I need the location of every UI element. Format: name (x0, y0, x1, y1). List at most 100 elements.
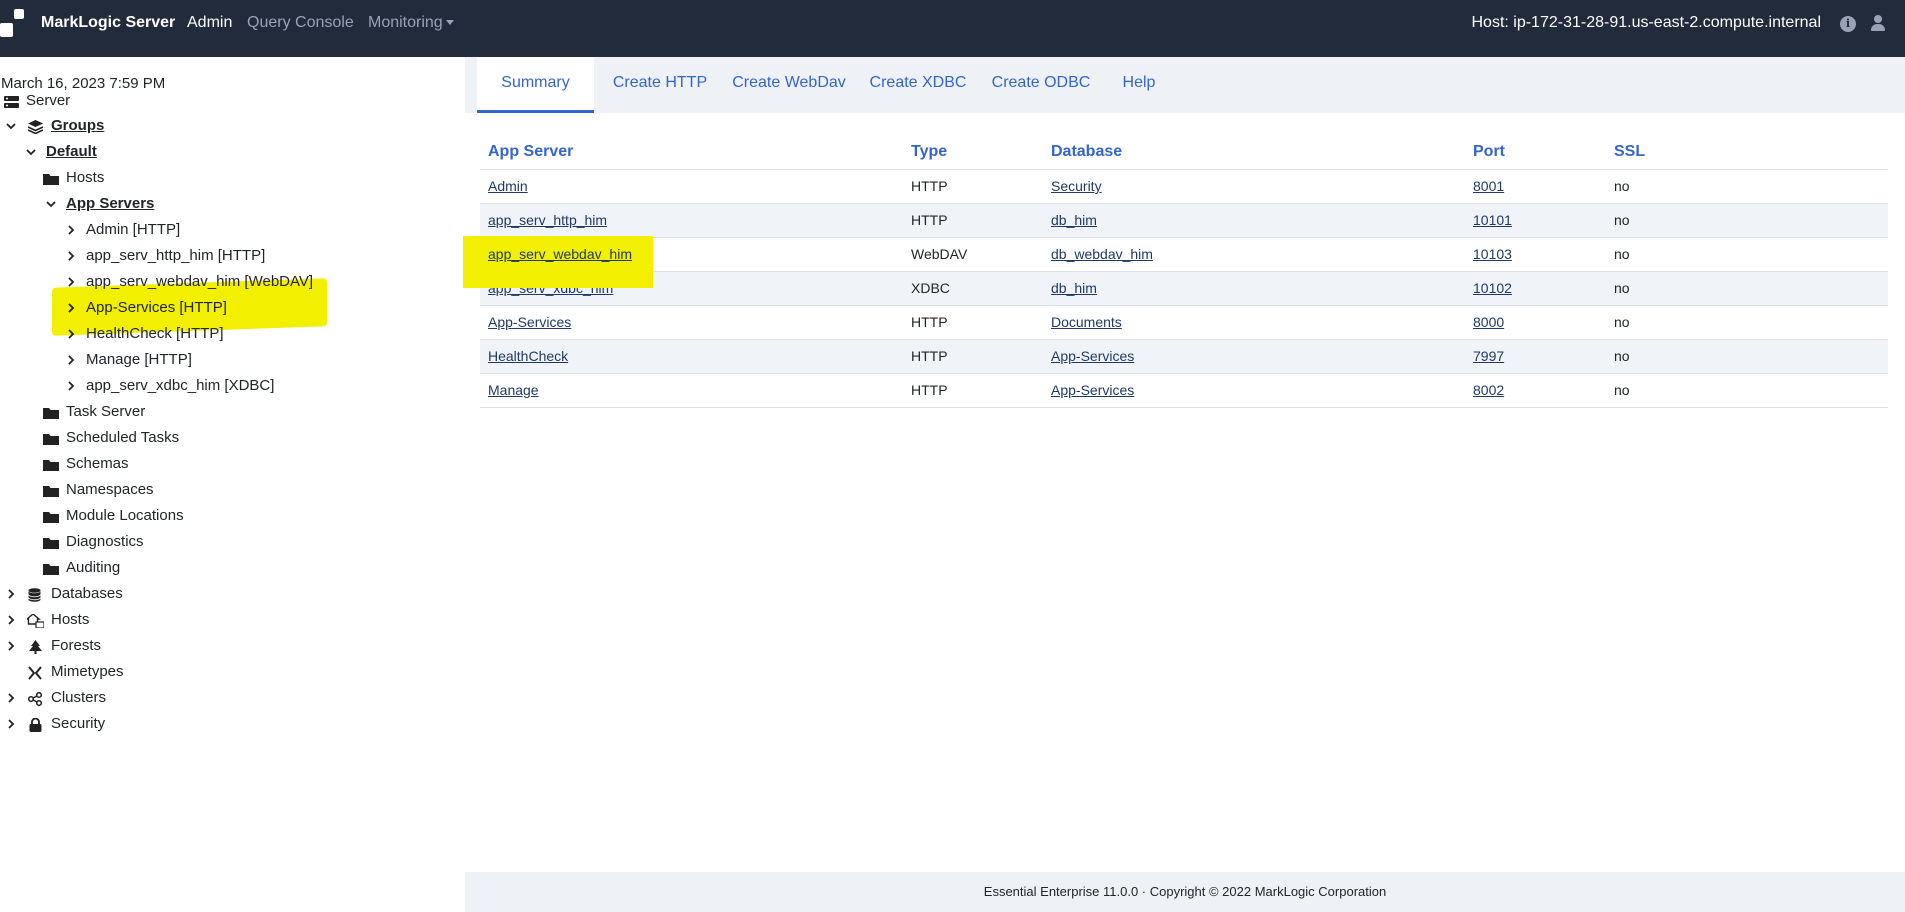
chevron-down-icon[interactable] (24, 141, 38, 163)
tree-item-app-serv-webdav-him[interactable]: app_serv_webdav_him [WebDAV] (0, 271, 330, 293)
tree-item-admin-http[interactable]: Admin [HTTP] (0, 219, 320, 241)
chevron-right-icon[interactable] (64, 219, 78, 241)
chevron-right-icon[interactable] (64, 271, 78, 293)
chevron-right-icon[interactable] (64, 297, 78, 319)
cell-ssl: no (1606, 236, 1888, 271)
cell-type: XDBC (903, 270, 1043, 305)
cell-database: Documents (1043, 304, 1465, 339)
tab-help[interactable]: Help (1109, 57, 1169, 113)
database-link[interactable]: App-Services (1051, 348, 1134, 364)
cell-port: 8002 (1465, 372, 1606, 408)
tree-item-schemas[interactable]: Schemas (0, 453, 300, 475)
chevron-right-icon[interactable] (64, 375, 78, 397)
chevron-right-icon[interactable] (4, 635, 18, 657)
chevron-down-icon[interactable] (44, 193, 58, 215)
tab-create-xdbc[interactable]: Create XDBC (863, 57, 973, 113)
folder-icon (43, 405, 59, 419)
tree-item-task-server[interactable]: Task Server (0, 401, 300, 423)
info-icon[interactable]: i (1840, 16, 1856, 32)
cell-port: 10101 (1465, 202, 1606, 237)
port-link[interactable]: 10101 (1473, 212, 1512, 228)
chevron-right-icon[interactable] (4, 583, 18, 605)
app-server-link[interactable]: app_serv_webdav_him (488, 246, 632, 262)
port-link[interactable]: 7997 (1473, 348, 1504, 364)
tree-item-app-serv-http-him[interactable]: app_serv_http_him [HTTP] (0, 245, 320, 267)
tab-create-webdav[interactable]: Create WebDav (725, 57, 853, 113)
port-link[interactable]: 8000 (1473, 314, 1504, 330)
app-server-link[interactable]: app_serv_http_him (488, 212, 607, 228)
tree-item-app-servers[interactable]: App Servers (0, 193, 300, 215)
port-link[interactable]: 10102 (1473, 280, 1512, 296)
tree-item-healthcheck-http[interactable]: HealthCheck [HTTP] (0, 323, 320, 345)
brand-name[interactable]: MarkLogic Server (41, 14, 175, 32)
chevron-right-icon[interactable] (4, 713, 18, 735)
folder-icon (43, 509, 59, 523)
database-link[interactable]: Security (1051, 178, 1102, 194)
tree-item-hosts-top[interactable]: Hosts (0, 609, 300, 631)
tree-item-default[interactable]: Default (0, 141, 300, 163)
database-link[interactable]: App-Services (1051, 382, 1134, 398)
tree-item-forests[interactable]: Forests (0, 635, 300, 657)
tree-item-diagnostics[interactable]: Diagnostics (0, 531, 300, 553)
database-link[interactable]: Documents (1051, 314, 1122, 330)
marklogic-logo-icon[interactable] (0, 9, 26, 39)
cell-port: 8001 (1465, 168, 1606, 203)
folder-icon (43, 535, 59, 549)
nav-query-console[interactable]: Query Console (247, 14, 354, 32)
tree-item-mimetypes[interactable]: Mimetypes (0, 661, 300, 683)
chevron-right-icon[interactable] (4, 609, 18, 631)
tab-summary[interactable]: Summary (477, 57, 594, 113)
database-link[interactable]: db_webdav_him (1051, 246, 1153, 262)
share-nodes-icon (27, 691, 43, 707)
cell-app-server: Admin (480, 168, 903, 203)
tree-item-groups[interactable]: Groups (0, 115, 300, 137)
chevron-down-icon[interactable] (4, 115, 18, 137)
cell-type: HTTP (903, 168, 1043, 203)
tree-item-manage-http[interactable]: Manage [HTTP] (0, 349, 320, 371)
house-network-icon (25, 613, 45, 629)
column-header-ssl: SSL (1614, 142, 1646, 160)
port-link[interactable]: 8001 (1473, 178, 1504, 194)
tree-item-clusters[interactable]: Clusters (0, 687, 300, 709)
chevron-right-icon[interactable] (4, 687, 18, 709)
app-server-link[interactable]: HealthCheck (488, 348, 568, 364)
app-server-link[interactable]: App-Services (488, 314, 571, 330)
tree-item-auditing[interactable]: Auditing (0, 557, 300, 579)
chevron-right-icon[interactable] (64, 349, 78, 371)
port-link[interactable]: 10103 (1473, 246, 1512, 262)
port-link[interactable]: 8002 (1473, 382, 1504, 398)
tab-create-odbc[interactable]: Create ODBC (983, 57, 1099, 113)
tree-item-scheduled-tasks[interactable]: Scheduled Tasks (0, 427, 300, 449)
database-icon (28, 587, 43, 602)
tree-label: Server (26, 92, 71, 109)
chevron-right-icon[interactable] (64, 323, 78, 345)
tree-item-security[interactable]: Security (0, 713, 300, 735)
table-header-row: App Server Type Database Port SSL (480, 135, 1888, 169)
footer: Essential Enterprise 11.0.0 · Copyright … (465, 872, 1905, 912)
tree-label: Security (51, 715, 106, 732)
tree-item-module-locations[interactable]: Module Locations (0, 505, 300, 527)
chevron-right-icon[interactable] (64, 245, 78, 267)
nav-admin[interactable]: Admin (187, 14, 232, 32)
table-row: Admin HTTP Security 8001 no (480, 168, 1888, 203)
tree-item-databases[interactable]: Databases (0, 583, 300, 605)
tree-item-server[interactable]: Server (0, 90, 300, 112)
table-row: app_serv_xdbc_him XDBC db_him 10102 no (480, 270, 1888, 305)
tree-label: Manage [HTTP] (86, 351, 192, 368)
app-server-link[interactable]: Admin (488, 178, 528, 194)
tree-item-hosts[interactable]: Hosts (0, 167, 300, 189)
tree-item-app-services-http[interactable]: App-Services [HTTP] (0, 297, 320, 319)
folder-icon (43, 561, 59, 575)
cell-ssl: no (1606, 270, 1888, 305)
tree-label: Hosts (66, 169, 105, 186)
cell-type: HTTP (903, 338, 1043, 373)
database-link[interactable]: db_him (1051, 280, 1097, 296)
tree-item-app-serv-xdbc-him[interactable]: app_serv_xdbc_him [XDBC] (0, 375, 320, 397)
tree-label: Default (46, 143, 97, 160)
tree-item-namespaces[interactable]: Namespaces (0, 479, 300, 501)
user-icon[interactable] (1870, 14, 1886, 32)
nav-monitoring-dropdown[interactable]: Monitoring (368, 14, 454, 32)
tab-create-http[interactable]: Create HTTP (605, 57, 715, 113)
app-server-link[interactable]: Manage (488, 382, 539, 398)
database-link[interactable]: db_him (1051, 212, 1097, 228)
